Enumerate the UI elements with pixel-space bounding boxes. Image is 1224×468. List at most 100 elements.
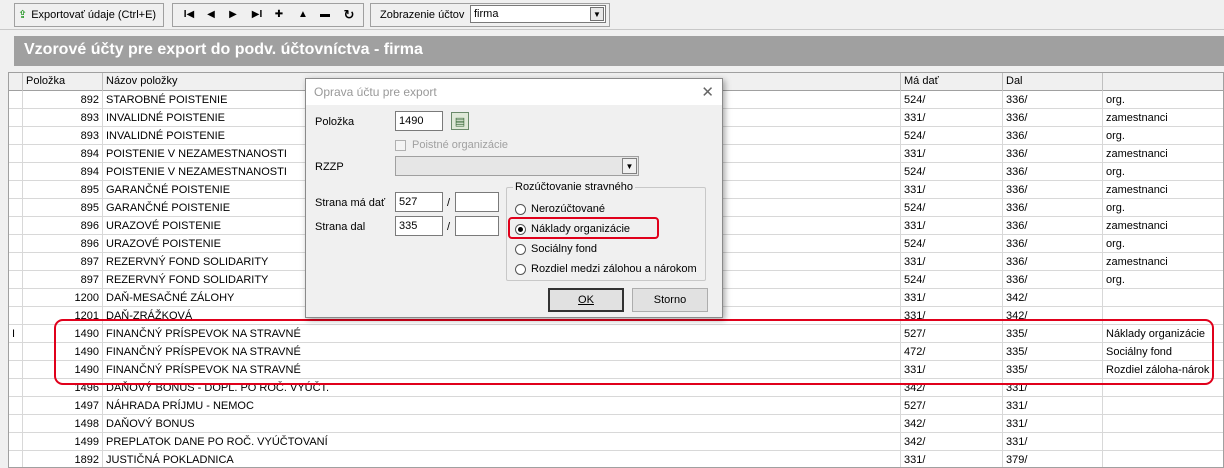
header-debit[interactable]: Má dať <box>901 73 1003 91</box>
cell-debit: 331/ <box>901 451 1003 467</box>
cell-marker <box>9 361 23 379</box>
view-select[interactable]: firma ▼ <box>470 5 606 23</box>
cell-marker <box>9 451 23 467</box>
cell-item: 893 <box>23 109 103 127</box>
cell-note: org. <box>1103 127 1223 145</box>
cell-note <box>1103 415 1223 433</box>
dialog-title: Oprava účtu pre export ✕ <box>306 79 722 105</box>
cell-debit: 331/ <box>901 217 1003 235</box>
cell-note: org. <box>1103 271 1223 289</box>
header-marker <box>9 73 23 91</box>
lookup-icon[interactable]: ▤ <box>451 112 469 130</box>
credit-analytic-input[interactable] <box>455 216 499 236</box>
cell-item: 897 <box>23 253 103 271</box>
nav-first-button[interactable]: I◀ <box>178 4 200 25</box>
export-label: Exportovať údaje (Ctrl+E) <box>31 8 157 21</box>
view-label: Zobrazenie účtov <box>380 9 465 21</box>
cell-marker <box>9 415 23 433</box>
credit-synthetic-input[interactable]: 335 <box>395 216 443 236</box>
item-input[interactable]: 1490 <box>395 111 443 131</box>
cell-marker <box>9 343 23 361</box>
cell-credit: 331/ <box>1003 397 1103 415</box>
option-social-fund[interactable]: Sociálny fond <box>515 243 597 255</box>
cell-name: DAŇOVÝ BONUS <box>103 415 901 433</box>
table-row[interactable]: 1497 NÁHRADA PRÍJMU - NEMOC 527/331/ <box>9 397 1223 415</box>
cell-debit: 331/ <box>901 109 1003 127</box>
debit-analytic-input[interactable] <box>455 192 499 212</box>
rzzp-select[interactable]: ▼ <box>395 156 639 176</box>
cell-name: PREPLATOK DANE PO ROČ. VYÚČTOVANÍ <box>103 433 901 451</box>
highlight-rows <box>54 319 1214 385</box>
chevron-down-icon[interactable]: ▼ <box>622 158 637 174</box>
insurance-org-label: Poistné organizácie <box>412 139 509 151</box>
cell-note: org. <box>1103 91 1223 109</box>
cell-note: zamestnanci <box>1103 109 1223 127</box>
view-value: firma <box>474 8 499 20</box>
item-label: Položka <box>315 116 355 128</box>
nav-last-button[interactable]: ▶I <box>246 4 268 25</box>
cell-marker <box>9 181 23 199</box>
nav-next-button[interactable]: ▶ <box>222 4 244 25</box>
cell-item: 893 <box>23 127 103 145</box>
cancel-button[interactable]: Storno <box>632 288 708 312</box>
cell-note: zamestnanci <box>1103 217 1223 235</box>
cell-item: 896 <box>23 217 103 235</box>
debit-label: Strana má dať <box>315 197 386 209</box>
radio-unallocated[interactable] <box>515 203 526 215</box>
insurance-org-checkbox[interactable] <box>395 140 406 151</box>
rzzp-label: RZZP <box>315 161 344 173</box>
header-credit[interactable]: Dal <box>1003 73 1103 91</box>
cell-credit: 331/ <box>1003 415 1103 433</box>
nav-refresh-button[interactable]: ↻ <box>338 4 360 25</box>
cell-marker <box>9 379 23 397</box>
cell-debit: 342/ <box>901 433 1003 451</box>
cell-debit: 331/ <box>901 289 1003 307</box>
cell-credit: 336/ <box>1003 145 1103 163</box>
cell-credit: 379/ <box>1003 451 1103 467</box>
cell-item: 894 <box>23 145 103 163</box>
cell-item: 1200 <box>23 289 103 307</box>
cell-marker <box>9 163 23 181</box>
nav-prev-button[interactable]: ◀ <box>200 4 222 25</box>
radio-difference[interactable] <box>515 263 526 275</box>
cell-marker <box>9 271 23 289</box>
cell-name: NÁHRADA PRÍJMU - NEMOC <box>103 397 901 415</box>
cell-debit: 342/ <box>901 415 1003 433</box>
header-note[interactable] <box>1103 73 1223 91</box>
cell-debit: 524/ <box>901 163 1003 181</box>
table-row[interactable]: 1892 JUSTIČNÁ POKLADNICA 331/379/ <box>9 451 1223 467</box>
cell-item: 895 <box>23 181 103 199</box>
table-row[interactable]: 1499 PREPLATOK DANE PO ROČ. VYÚČTOVANÍ 342… <box>9 433 1223 451</box>
radio-social-fund[interactable] <box>515 243 526 255</box>
cell-debit: 331/ <box>901 145 1003 163</box>
credit-slash: / <box>447 221 451 233</box>
nav-remove-button[interactable]: ▬ <box>314 4 336 25</box>
header-item[interactable]: Položka <box>23 73 103 91</box>
cell-note: zamestnanci <box>1103 181 1223 199</box>
chevron-down-icon[interactable]: ▼ <box>590 7 604 21</box>
cell-marker <box>9 127 23 145</box>
cell-credit: 331/ <box>1003 433 1103 451</box>
export-button[interactable]: ⇪ Exportovať údaje (Ctrl+E) <box>18 4 160 25</box>
option-unallocated-label: Nerozúčtované <box>531 203 605 215</box>
cell-note: org. <box>1103 235 1223 253</box>
group-title: Rozúčtovanie stravného <box>513 181 636 193</box>
option-unallocated[interactable]: Nerozúčtované <box>515 203 605 215</box>
nav-add-button[interactable]: ✚ <box>268 4 290 25</box>
cell-debit: 527/ <box>901 397 1003 415</box>
cell-marker <box>9 91 23 109</box>
cell-marker <box>9 253 23 271</box>
option-difference[interactable]: Rozdiel medzi zálohou a nárokom <box>515 263 697 275</box>
cell-marker <box>9 235 23 253</box>
cell-credit: 336/ <box>1003 163 1103 181</box>
cell-marker <box>9 145 23 163</box>
debit-synthetic-input[interactable]: 527 <box>395 192 443 212</box>
ok-button[interactable]: OK <box>548 288 624 312</box>
ok-label: OK <box>578 294 594 306</box>
close-icon[interactable]: ✕ <box>701 83 714 101</box>
cell-debit: 524/ <box>901 271 1003 289</box>
table-row[interactable]: 1498 DAŇOVÝ BONUS 342/331/ <box>9 415 1223 433</box>
debit-slash: / <box>447 197 451 209</box>
cell-credit: 336/ <box>1003 127 1103 145</box>
nav-up-button[interactable]: ▲ <box>292 4 314 25</box>
